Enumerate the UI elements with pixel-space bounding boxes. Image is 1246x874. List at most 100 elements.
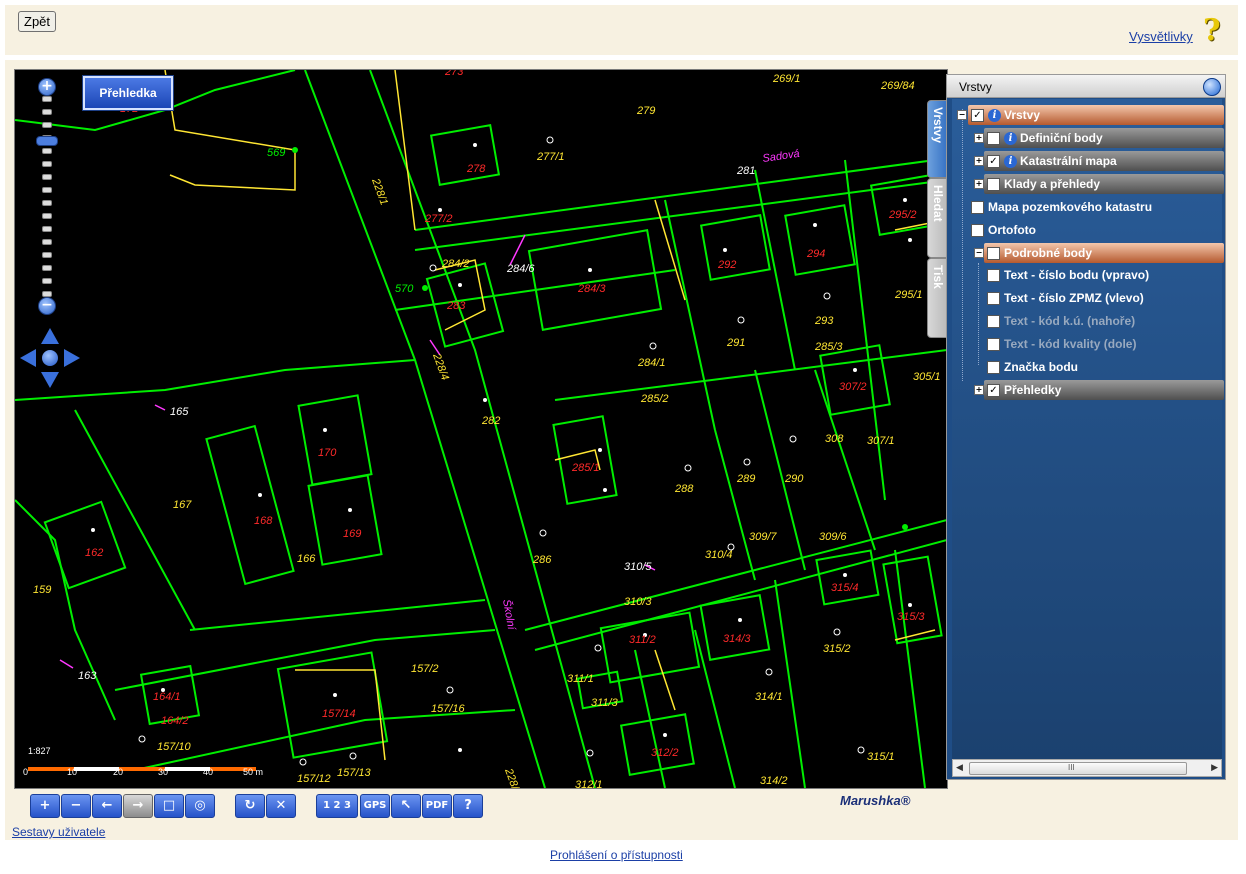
map-label: 289 xyxy=(736,473,755,485)
layer-row-kod-ku[interactable]: Text - kód k.ú. (nahoře) xyxy=(984,311,1224,331)
info-icon[interactable]: i xyxy=(988,108,1001,122)
layer-checkbox[interactable] xyxy=(971,200,984,214)
pan-control[interactable] xyxy=(20,328,80,388)
pan-up-icon[interactable] xyxy=(41,328,59,344)
zoom-slider-track[interactable] xyxy=(42,96,52,310)
layer-label: Přehledky xyxy=(1004,383,1062,397)
map-label: 314/1 xyxy=(755,691,783,703)
collapse-icon[interactable]: − xyxy=(974,248,984,258)
toolbar-forward-arrow-icon[interactable]: → xyxy=(123,794,153,818)
overview-button[interactable]: Přehledka xyxy=(83,76,173,110)
layer-checkbox[interactable]: ✓ xyxy=(971,108,984,122)
tree-connector xyxy=(962,109,963,381)
map-label: 166 xyxy=(297,553,316,565)
globe-icon[interactable] xyxy=(1203,78,1221,96)
layer-checkbox[interactable] xyxy=(971,223,984,237)
layer-checkbox[interactable] xyxy=(987,314,1000,328)
map-label: 167 xyxy=(173,499,192,511)
toolbar-help-icon[interactable]: ? xyxy=(453,794,483,818)
layer-row-znacka-bodu[interactable]: Značka bodu xyxy=(984,357,1224,377)
toolbar-back-arrow-icon[interactable]: ← xyxy=(92,794,122,818)
toolbar-pdf-icon[interactable]: PDF xyxy=(422,794,452,818)
info-icon[interactable]: i xyxy=(1004,131,1017,145)
layer-checkbox[interactable] xyxy=(987,291,1000,305)
map-label: 284/2 xyxy=(441,258,470,270)
toolbar-numbering-icon[interactable]: 1 2 3 xyxy=(316,794,358,818)
map-label: 292 xyxy=(717,259,736,271)
layer-checkbox[interactable]: ✓ xyxy=(987,154,1000,168)
layer-row-kod-kvality[interactable]: Text - kód kvality (dole) xyxy=(984,334,1224,354)
map-label: 312/1 xyxy=(575,779,603,788)
layer-checkbox[interactable]: ✓ xyxy=(987,383,1000,397)
map-label: 282 xyxy=(481,415,500,427)
pan-down-icon[interactable] xyxy=(41,372,59,388)
layer-row-pozemkovy-katastr[interactable]: Mapa pozemkového katastru xyxy=(968,197,1224,217)
map-label: 164/1 xyxy=(153,691,181,703)
back-button[interactable]: Zpět xyxy=(18,11,57,32)
layer-checkbox[interactable] xyxy=(987,177,1000,191)
expand-icon[interactable]: + xyxy=(974,133,984,143)
layer-row-klady[interactable]: Klady a přehledy xyxy=(984,174,1224,194)
map-label: 314/2 xyxy=(760,775,788,787)
toolbar-select-cursor-icon[interactable]: ↖ xyxy=(391,794,421,818)
map-label: 283 xyxy=(446,300,466,312)
layer-label: Definiční body xyxy=(1020,131,1103,145)
layer-label: Mapa pozemkového katastru xyxy=(988,200,1153,214)
help-question-icon[interactable]: ? xyxy=(1203,13,1221,48)
scroll-thumb[interactable]: III xyxy=(969,762,1187,775)
map-label: 285/1 xyxy=(571,462,600,474)
map-label: 315/2 xyxy=(823,643,851,655)
collapse-icon[interactable]: − xyxy=(957,110,967,120)
accessibility-statement-link[interactable]: Prohlášení o přístupnosti xyxy=(550,848,683,862)
zoom-in-icon[interactable]: + xyxy=(38,78,56,96)
map-label: 157/14 xyxy=(322,708,356,720)
explain-link[interactable]: Vysvětlivky xyxy=(1129,29,1193,44)
map-label: 157/12 xyxy=(297,773,331,785)
layer-checkbox[interactable] xyxy=(987,337,1000,351)
layer-row-prehledky[interactable]: ✓ Přehledky xyxy=(984,380,1224,400)
toolbar-globe-icon[interactable]: ◎ xyxy=(185,794,215,818)
layer-row-ortofoto[interactable]: Ortofoto xyxy=(968,220,1224,240)
layer-row-cislo-zpmz[interactable]: Text - číslo ZPMZ (vlevo) xyxy=(984,288,1224,308)
layer-checkbox[interactable] xyxy=(987,131,1000,145)
layer-row-cislo-bodu[interactable]: Text - číslo bodu (vpravo) xyxy=(984,265,1224,285)
toolbar-zoom-extent-icon[interactable]: □ xyxy=(154,794,184,818)
scroll-right-icon[interactable]: ▶ xyxy=(1211,762,1218,773)
brand-logo: Marushka® xyxy=(840,793,911,808)
pan-right-icon[interactable] xyxy=(64,349,80,367)
expand-icon[interactable]: + xyxy=(974,179,984,189)
expand-icon[interactable]: + xyxy=(974,156,984,166)
layer-label: Ortofoto xyxy=(988,223,1036,237)
layer-checkbox[interactable] xyxy=(987,268,1000,282)
layer-checkbox[interactable] xyxy=(987,360,1000,374)
toolbar-clear-icon[interactable]: ✕ xyxy=(266,794,296,818)
zoom-out-icon[interactable]: − xyxy=(38,297,56,315)
toolbar-gps-button[interactable]: GPS xyxy=(360,794,390,818)
map-label: 310/5 xyxy=(624,561,652,573)
layers-title: Vrstvy xyxy=(959,80,992,94)
scale-tick: 50 m xyxy=(243,767,264,777)
expand-icon[interactable]: + xyxy=(974,385,984,395)
layer-checkbox[interactable] xyxy=(987,246,1000,260)
map-label: 157/10 xyxy=(157,741,192,753)
layers-horizontal-scrollbar[interactable]: ◀ III ▶ xyxy=(952,759,1222,777)
toolbar-refresh-icon[interactable]: ↻ xyxy=(235,794,265,818)
layer-row-podrobne-body[interactable]: Podrobné body xyxy=(984,243,1224,263)
pan-center-icon[interactable] xyxy=(42,350,58,366)
map-canvas[interactable]: 278 277/2 295/2 292 294 284/3 283 307/2 285/1 170… xyxy=(14,69,948,789)
scroll-left-icon[interactable]: ◀ xyxy=(956,762,963,773)
toolbar-zoom-out-icon[interactable]: − xyxy=(61,794,91,818)
sestavy-uzivatele-link[interactable]: Sestavy uživatele xyxy=(12,825,105,839)
map-label: 307/1 xyxy=(867,435,895,447)
zoom-slider-handle[interactable] xyxy=(36,136,58,146)
toolbar-zoom-in-icon[interactable]: + xyxy=(30,794,60,818)
layer-label: Text - číslo ZPMZ (vlevo) xyxy=(1004,291,1144,305)
layer-row-definicni-body[interactable]: i Definiční body xyxy=(984,128,1224,148)
layer-row-vrstvy[interactable]: ✓ i Vrstvy xyxy=(968,105,1224,125)
layers-tree: − ✓ i Vrstvy + i Definiční body + ✓ i Katastr… xyxy=(952,99,1224,759)
map-label: 165 xyxy=(170,406,189,418)
pan-left-icon[interactable] xyxy=(20,349,36,367)
info-icon[interactable]: i xyxy=(1004,154,1017,168)
layer-row-katastralni-mapa[interactable]: ✓ i Katastrální mapa xyxy=(984,151,1224,171)
tree-connector xyxy=(978,263,979,365)
